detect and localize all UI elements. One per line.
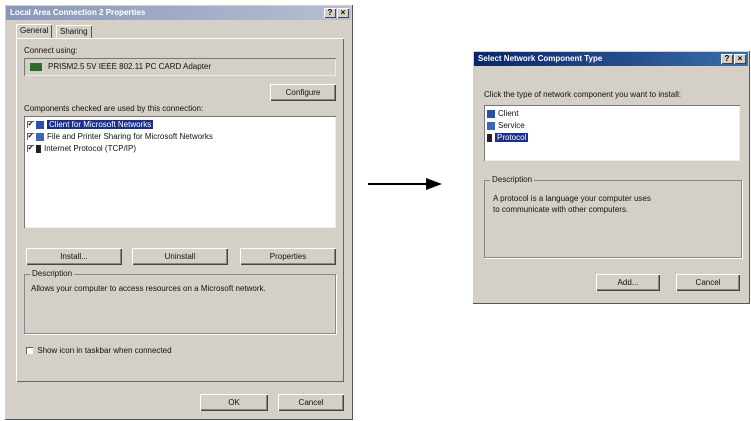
- components-label: Components checked are used by this conn…: [24, 104, 204, 113]
- type-label: Client: [498, 109, 519, 118]
- client-icon: [36, 120, 44, 129]
- client-icon: [487, 109, 495, 118]
- list-item[interactable]: Client: [487, 108, 518, 119]
- description-label: Description: [490, 175, 535, 184]
- close-icon[interactable]: ×: [337, 8, 349, 18]
- component-label: File and Printer Sharing for Microsoft N…: [47, 132, 213, 141]
- connect-using-label: Connect using:: [24, 46, 78, 55]
- description-label: Description: [30, 269, 75, 278]
- arrow-right-icon: [368, 178, 442, 190]
- uninstall-button[interactable]: Uninstall: [132, 248, 228, 265]
- configure-button[interactable]: Configure: [270, 84, 336, 101]
- help-icon[interactable]: ?: [324, 8, 336, 18]
- component-label: Internet Protocol (TCP/IP): [44, 144, 137, 153]
- type-label: Protocol: [495, 133, 529, 142]
- component-label: Client for Microsoft Networks: [47, 120, 154, 129]
- description-group: Description Allows your computer to acce…: [24, 269, 336, 334]
- description-text: Allows your computer to access resources…: [31, 284, 266, 293]
- component-checkbox[interactable]: ✔: [27, 121, 34, 129]
- properties-title-bar[interactable]: Local Area Connection 2 Properties ? ×: [6, 6, 351, 20]
- help-icon[interactable]: ?: [721, 54, 733, 64]
- cancel-button[interactable]: Cancel: [278, 394, 344, 411]
- install-button[interactable]: Install...: [26, 248, 122, 265]
- description-group: Description A protocol is a language you…: [484, 175, 742, 258]
- tab-general[interactable]: General: [16, 24, 53, 38]
- list-item[interactable]: ✔ Client for Microsoft Networks: [27, 119, 154, 130]
- description-text: A protocol is a language your computer u…: [493, 194, 651, 214]
- list-item[interactable]: ✔ Internet Protocol (TCP/IP): [27, 143, 136, 154]
- instruction-text: Click the type of network component you …: [484, 90, 681, 99]
- component-checkbox[interactable]: ✔: [27, 145, 34, 153]
- adapter-name: PRISM2.5 5V IEEE 802.11 PC CARD Adapter: [48, 62, 212, 71]
- protocol-icon: [487, 133, 492, 142]
- component-checkbox[interactable]: ✔: [27, 133, 34, 141]
- properties-title: Local Area Connection 2 Properties: [10, 8, 146, 17]
- add-button[interactable]: Add...: [596, 274, 660, 291]
- service-icon: [36, 132, 44, 141]
- properties-dialog: Local Area Connection 2 Properties ? × G…: [4, 4, 353, 420]
- show-icon-label: Show icon in taskbar when connected: [37, 346, 172, 355]
- show-icon-option[interactable]: Show icon in taskbar when connected: [26, 346, 172, 355]
- components-list: ✔ Client for Microsoft Networks ✔ File and…: [24, 116, 336, 228]
- list-item[interactable]: ✔ File and Printer Sharing for Microsoft …: [27, 131, 213, 142]
- network-card-icon: [30, 63, 42, 71]
- list-item[interactable]: Protocol: [487, 132, 529, 143]
- properties-button[interactable]: Properties: [240, 248, 336, 265]
- component-type-list: Client Service Protocol: [484, 105, 740, 161]
- service-icon: [487, 121, 495, 130]
- ok-button[interactable]: OK: [200, 394, 268, 411]
- adapter-field: PRISM2.5 5V IEEE 802.11 PC CARD Adapter: [24, 58, 336, 76]
- close-icon[interactable]: ×: [734, 54, 746, 64]
- select-component-dialog: Select Network Component Type ? × Click …: [472, 50, 750, 304]
- tab-sharing[interactable]: Sharing: [56, 25, 92, 39]
- list-item[interactable]: Service: [487, 120, 525, 131]
- select-title-bar[interactable]: Select Network Component Type ? ×: [474, 52, 748, 66]
- general-tab-panel: Connect using: PRISM2.5 5V IEEE 802.11 P…: [16, 38, 344, 382]
- select-title: Select Network Component Type: [478, 54, 603, 63]
- type-label: Service: [498, 121, 525, 130]
- protocol-icon: [36, 144, 41, 153]
- cancel-button[interactable]: Cancel: [676, 274, 740, 291]
- show-icon-checkbox[interactable]: [26, 347, 33, 355]
